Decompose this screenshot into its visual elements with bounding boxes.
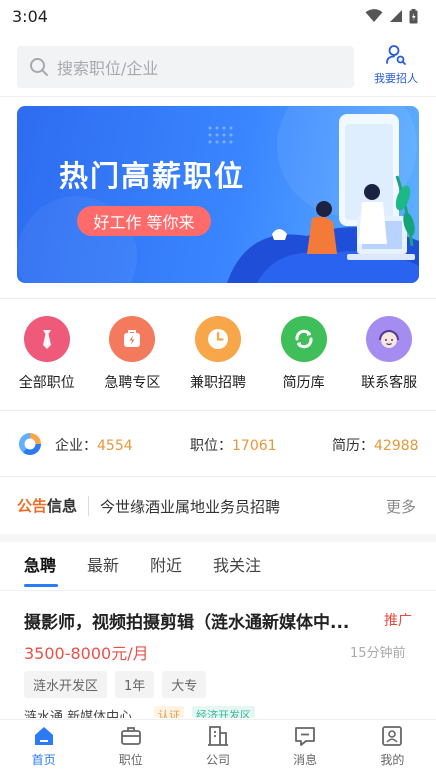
promo-banner[interactable]: 热门高薪职位 好工作 等你来 <box>17 106 419 283</box>
quick-entry-label: 简历库 <box>282 375 325 391</box>
wifi-icon <box>365 9 383 22</box>
resume-sync-icon <box>280 316 327 362</box>
status-bar: 3:04 <box>0 0 436 32</box>
recruit-button[interactable]: 我要招人 <box>366 44 426 90</box>
home-icon <box>34 727 53 745</box>
banner-subtitle: 好工作 等你来 <box>93 213 195 232</box>
battery-icon <box>409 8 418 23</box>
quick-entry-resume-library[interactable]: 简历库 <box>262 316 346 396</box>
job-tag-education: 大专 <box>162 671 207 698</box>
notice-more-link[interactable]: 更多 <box>386 496 416 517</box>
divider <box>0 96 436 97</box>
bottom-nav: 首页 职位 公司 消息 我的 <box>0 719 436 775</box>
divider <box>0 298 436 299</box>
job-tag-location: 涟水开发区 <box>24 671 108 698</box>
tab-urgent[interactable]: 急聘 <box>24 552 56 576</box>
job-tag-experience: 1年 <box>115 671 155 698</box>
stat-resumes-value: 42988 <box>374 438 419 454</box>
stat-jobs: 职位：17061 <box>190 438 277 454</box>
status-time: 3:04 <box>12 6 48 26</box>
tab-active-indicator <box>24 584 58 587</box>
search-placeholder: 搜索职位/企业 <box>57 59 159 78</box>
nav-home[interactable]: 首页 <box>9 720 79 775</box>
stats-logo-icon <box>18 433 42 456</box>
company-tag-area: 经济开发区 <box>192 706 255 718</box>
quick-entry-urgent[interactable]: 急聘专区 <box>90 316 174 396</box>
nav-label: 公司 <box>205 753 230 767</box>
search-input[interactable]: 搜索职位/企业 <box>17 46 354 88</box>
building-icon <box>207 726 228 746</box>
stat-jobs-value: 17061 <box>232 438 277 454</box>
quick-entry-label: 全部职位 <box>18 375 75 391</box>
section-gap <box>0 534 436 542</box>
nav-label: 职位 <box>118 753 143 767</box>
job-title[interactable]: 摄影师，视频拍摄剪辑（涟水通新媒体中... <box>24 608 374 633</box>
tab-following[interactable]: 我关注 <box>213 552 261 576</box>
quick-entries: 全部职位 急聘专区 兼职招聘 简历库 联系客服 <box>0 316 436 396</box>
nav-label: 我的 <box>380 753 405 767</box>
notice-separator <box>88 496 89 516</box>
job-tags: 涟水开发区 1年 大专 <box>24 671 207 698</box>
quick-entry-all-jobs[interactable]: 全部职位 <box>5 316 89 396</box>
briefcase-icon <box>120 727 141 745</box>
stats-row: 企业：4554 职位：17061 简历：42988 <box>0 426 436 462</box>
nav-companies[interactable]: 公司 <box>183 720 253 775</box>
job-tabs: 急聘 最新 附近 我关注 <box>0 546 436 590</box>
profile-icon <box>382 726 403 746</box>
tie-icon <box>23 316 70 362</box>
company-tag-verified: 认证 <box>154 706 184 718</box>
recruit-label: 我要招人 <box>374 72 418 85</box>
stat-companies-value: 4554 <box>97 438 133 454</box>
notice-logo: 公告信息 <box>17 497 78 515</box>
signal-icon <box>390 10 402 22</box>
quick-entry-label: 联系客服 <box>361 375 418 391</box>
nav-label: 消息 <box>293 753 318 767</box>
status-icons <box>365 8 418 24</box>
tab-latest[interactable]: 最新 <box>87 552 119 576</box>
quick-entry-part-time[interactable]: 兼职招聘 <box>176 316 260 396</box>
divider <box>0 476 436 477</box>
divider <box>0 410 436 411</box>
promoted-badge: 推广 <box>384 613 412 629</box>
quick-entry-customer-service[interactable]: 联系客服 <box>347 316 431 396</box>
clock-icon <box>194 316 241 362</box>
job-company: 涟水通 新媒体中心 <box>24 710 133 718</box>
notice-text[interactable]: 今世缘酒业属地业务员招聘 <box>100 496 280 517</box>
job-posted-time: 15分钟前 <box>350 646 406 661</box>
user-search-icon <box>386 45 406 65</box>
banner-title: 热门高薪职位 <box>59 159 246 193</box>
lightning-bag-icon <box>109 316 156 362</box>
stat-resumes: 简历：42988 <box>332 438 419 454</box>
tab-nearby[interactable]: 附近 <box>150 552 182 576</box>
nav-label: 首页 <box>31 753 56 767</box>
quick-entry-label: 急聘专区 <box>104 375 161 391</box>
nav-messages[interactable]: 消息 <box>270 720 340 775</box>
nav-profile[interactable]: 我的 <box>357 720 427 775</box>
search-icon <box>30 58 48 76</box>
nav-jobs[interactable]: 职位 <box>96 720 166 775</box>
divider <box>0 590 436 591</box>
banner-subtitle-pill: 好工作 等你来 <box>77 206 211 236</box>
message-icon <box>295 727 316 746</box>
job-salary: 3500-8000元/月 <box>24 644 149 663</box>
search-header: 搜索职位/企业 我要招人 <box>0 40 436 94</box>
stat-companies: 企业：4554 <box>55 438 133 454</box>
notice-bar[interactable]: 公告信息 今世缘酒业属地业务员招聘 更多 <box>0 486 436 526</box>
quick-entry-label: 兼职招聘 <box>189 375 246 391</box>
service-agent-icon <box>366 316 413 362</box>
